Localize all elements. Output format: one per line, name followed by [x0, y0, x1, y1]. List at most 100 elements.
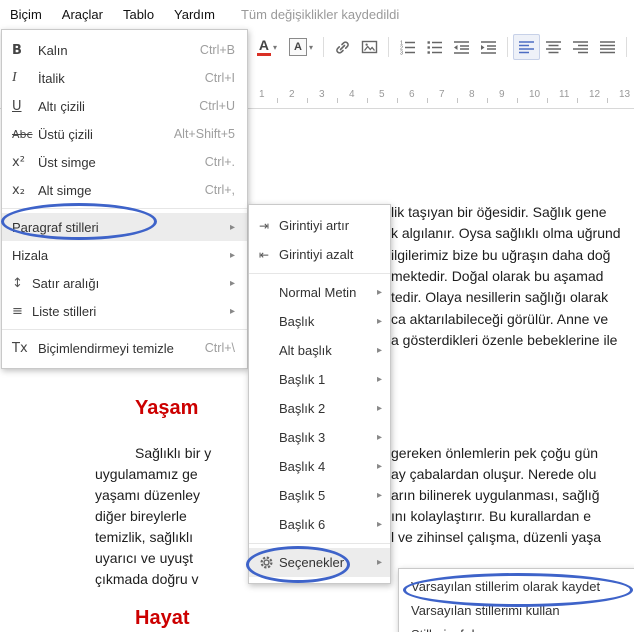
menu-item-label: Üst simge — [38, 154, 96, 170]
menu-help[interactable]: Yardım — [164, 7, 225, 22]
document-text-line: diğer bireylerle — [95, 508, 187, 524]
menu-separator — [249, 273, 390, 274]
ruler-number: 13 — [619, 89, 631, 100]
align-center-icon — [544, 38, 563, 57]
align-center-button[interactable] — [540, 34, 567, 60]
bold-icon: B — [12, 42, 22, 58]
increase-indent-icon: ⇥ — [259, 218, 270, 233]
options-item-use-default-styles[interactable]: Varsayılan stillerimi kullan — [399, 598, 634, 622]
document-text-line: uygulamamız ge — [95, 466, 198, 482]
ruler-number: 3 — [319, 89, 325, 100]
google-docs-window: Biçim Araçlar Tablo Yardım Tüm değişikli… — [0, 0, 634, 632]
numbered-list-button[interactable]: 123 — [394, 34, 421, 60]
submenu-item-decrease-indent[interactable]: ⇤ Girintiyi azalt — [249, 240, 390, 269]
menu-item-italic[interactable]: I İtalik Ctrl+I — [2, 64, 247, 92]
menu-item-shortcut: Ctrl+\ — [204, 341, 235, 355]
bulleted-list-button[interactable] — [421, 34, 448, 60]
options-item-reset-styles[interactable]: Stilleri sıfırla — [399, 622, 634, 632]
menu-item-label: Satır aralığı — [32, 275, 100, 291]
options-item-save-default-styles[interactable]: Varsayılan stillerim olarak kaydet — [399, 574, 634, 598]
menu-item-clear-formatting[interactable]: Tx Biçimlendirmeyi temizle Ctrl+\ — [2, 334, 247, 362]
decrease-indent-button[interactable] — [448, 34, 475, 60]
italic-icon: I — [12, 70, 17, 85]
submenu-item-label: Başlık 5 — [279, 488, 326, 503]
submenu-item-label: Girintiyi artır — [279, 218, 350, 233]
submenu-arrow-icon: ▸ — [376, 461, 382, 472]
subscript-icon: x₂ — [12, 182, 25, 198]
submenu-item-heading-3[interactable]: Başlık 3 ▸ — [249, 423, 390, 452]
insert-link-button[interactable] — [329, 34, 356, 60]
options-submenu: Varsayılan stillerim olarak kaydet Varsa… — [398, 568, 634, 632]
menu-separator — [249, 543, 390, 544]
insert-image-button[interactable] — [356, 34, 383, 60]
increase-indent-button[interactable] — [475, 34, 502, 60]
menu-table[interactable]: Tablo — [113, 7, 164, 22]
menu-item-paragraph-styles[interactable]: Paragraf stilleri ▸ — [2, 213, 247, 241]
submenu-arrow-icon: ▸ — [229, 277, 235, 289]
document-text-line: arın bilinerek uygulanması, sağlığ — [391, 487, 600, 503]
document-text-line: lik taşıyan bir öğesidir. Sağlık gene — [391, 204, 607, 220]
menu-item-label: Altı çizili — [38, 98, 85, 114]
submenu-item-label: Başlık 6 — [279, 517, 326, 532]
align-justify-button[interactable] — [594, 34, 621, 60]
submenu-item-heading-2[interactable]: Başlık 2 ▸ — [249, 394, 390, 423]
submenu-item-label: Alt başlık — [279, 343, 332, 358]
bulleted-list-icon — [425, 38, 444, 57]
align-right-button[interactable] — [567, 34, 594, 60]
submenu-item-heading-1[interactable]: Başlık 1 ▸ — [249, 365, 390, 394]
submenu-item-title[interactable]: Başlık ▸ — [249, 307, 390, 336]
ruler-number: 11 — [559, 89, 570, 100]
document-text-line: k algılanır. Oysa sağlıklı olma uğrund — [391, 225, 621, 241]
submenu-item-heading-6[interactable]: Başlık 6 ▸ — [249, 510, 390, 539]
menu-item-label: Üstü çizili — [38, 126, 93, 142]
menu-item-align[interactable]: Hizala ▸ — [2, 241, 247, 269]
submenu-item-heading-5[interactable]: Başlık 5 ▸ — [249, 481, 390, 510]
decrease-indent-icon — [452, 38, 471, 57]
chevron-down-icon: ▾ — [272, 42, 277, 52]
strikethrough-icon: Abc — [12, 127, 33, 141]
submenu-arrow-icon: ▸ — [376, 432, 382, 443]
submenu-item-label: Başlık 2 — [279, 401, 326, 416]
submenu-arrow-icon: ▸ — [376, 287, 382, 298]
menu-tools[interactable]: Araçlar — [52, 7, 113, 22]
menu-item-subscript[interactable]: x₂ Alt simge Ctrl+, — [2, 176, 247, 204]
align-left-button[interactable] — [513, 34, 540, 60]
ruler-number: 8 — [469, 89, 475, 100]
menu-item-bold[interactable]: B Kalın Ctrl+B — [2, 36, 247, 64]
menu-item-shortcut: Alt+Shift+5 — [173, 127, 235, 141]
menu-item-superscript[interactable]: x² Üst simge Ctrl+. — [2, 148, 247, 176]
menu-item-line-spacing[interactable]: ↕ Satır aralığı ▸ — [2, 269, 247, 297]
numbered-list-icon: 123 — [398, 38, 417, 57]
document-text-line: ca aktarılabileceği görülür. Anne ve — [391, 311, 609, 327]
submenu-arrow-icon: ▸ — [376, 403, 382, 414]
document-text-line: temizlik, sağlıklı — [95, 529, 194, 545]
document-text-line: Sağlıklı bir y — [135, 445, 212, 461]
ruler-number: 4 — [349, 89, 355, 100]
menu-item-strikethrough[interactable]: Abc Üstü çizili Alt+Shift+5 — [2, 120, 247, 148]
submenu-item-increase-indent[interactable]: ⇥ Girintiyi artır — [249, 211, 390, 240]
submenu-item-normal-text[interactable]: Normal Metin ▸ — [249, 278, 390, 307]
submenu-item-subtitle[interactable]: Alt başlık ▸ — [249, 336, 390, 365]
menu-item-underline[interactable]: U Altı çizili Ctrl+U — [2, 92, 247, 120]
svg-text:3: 3 — [400, 50, 403, 56]
menu-format[interactable]: Biçim — [0, 7, 52, 22]
menu-item-list-styles[interactable]: ≡ Liste stilleri ▸ — [2, 297, 247, 325]
save-status: Tüm değişiklikler kaydedildi — [240, 6, 400, 22]
submenu-arrow-icon: ▸ — [376, 374, 382, 385]
highlight-color-button[interactable]: A ▾ — [284, 34, 318, 60]
menu-separator — [2, 329, 247, 330]
options-item-label: Varsayılan stillerimi kullan — [411, 602, 560, 618]
underline-icon: U — [12, 98, 22, 114]
document-text-line: ını kolaylaştırır. Bu kurallardan e — [391, 508, 591, 524]
submenu-item-label: Seçenekler — [279, 555, 345, 570]
submenu-item-label: Başlık 3 — [279, 430, 326, 445]
ruler-number: 5 — [379, 89, 385, 100]
text-color-button[interactable]: A ▾ — [250, 34, 284, 60]
submenu-item-label: Girintiyi azalt — [279, 247, 354, 262]
menu-item-shortcut: Ctrl+I — [204, 71, 235, 85]
menu-item-shortcut: Ctrl+B — [199, 43, 235, 57]
format-menu: B Kalın Ctrl+B I İtalik Ctrl+I U Altı çi… — [1, 29, 248, 369]
document-text-line: ay çabalardan oluşur. Nerede olu — [391, 466, 597, 482]
submenu-item-heading-4[interactable]: Başlık 4 ▸ — [249, 452, 390, 481]
submenu-item-options[interactable]: Seçenekler ▸ — [249, 548, 390, 577]
